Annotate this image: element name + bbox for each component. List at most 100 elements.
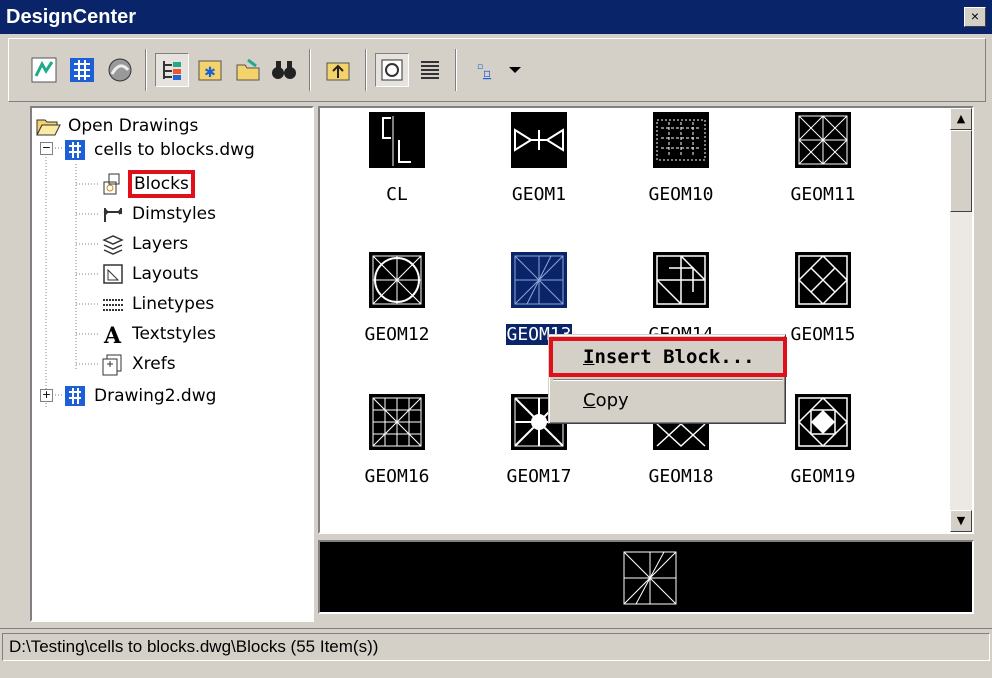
favorites-icon: ✱ [198, 60, 222, 81]
tree-node-drawing1[interactable]: cells to blocks.dwg [62, 136, 255, 164]
block-label: GEOM16 [364, 466, 430, 487]
scroll-up-button[interactable]: ▲ [950, 108, 972, 130]
description-toggle-button[interactable] [413, 53, 447, 87]
tree-label: Xrefs [132, 354, 176, 374]
tree-label: cells to blocks.dwg [94, 140, 255, 160]
tree-node-layouts[interactable]: Layouts [100, 260, 199, 288]
block-label: GEOM18 [648, 466, 714, 487]
block-label: GEOM17 [506, 466, 572, 487]
tree-node-xrefs[interactable]: Xrefs [100, 350, 176, 378]
search-button[interactable] [267, 53, 301, 87]
block-label: CL [386, 184, 408, 205]
block-label: GEOM11 [790, 184, 856, 205]
preview-thumbnail [623, 551, 677, 605]
block-thumbnail [795, 112, 851, 168]
linetypes-icon [100, 291, 126, 317]
open-folder-icon [36, 113, 62, 139]
expand-toggle[interactable]: + [40, 389, 53, 402]
block-label: GEOM19 [790, 466, 856, 487]
menu-item-insert-block[interactable]: Insert Block... [549, 337, 787, 377]
tree-node-linetypes[interactable]: Linetypes [100, 290, 214, 318]
window-title: DesignCenter [6, 6, 137, 28]
menu-separator [553, 379, 783, 381]
up-button[interactable] [321, 53, 355, 87]
block-thumbnail [653, 112, 709, 168]
block-thumbnail [653, 252, 709, 308]
load-icon [31, 57, 57, 83]
block-label: GEOM15 [790, 324, 856, 345]
tree-label: Open Drawings [68, 116, 199, 136]
layouts-icon [100, 261, 126, 287]
block-thumbnail [369, 112, 425, 168]
tree-node-blocks[interactable]: Blocks [100, 170, 195, 198]
load-folder-icon [236, 58, 260, 81]
load-folder-button[interactable] [231, 53, 265, 87]
dimstyles-icon [100, 201, 126, 227]
title-bar: DesignCenter × [0, 0, 992, 34]
views-button[interactable]: ▫ ▫ [471, 53, 531, 87]
tree-pane: Open Drawings − cells to blocks.dwg Bloc… [30, 106, 314, 622]
tree-label: Drawing2.dwg [94, 386, 217, 406]
tree-toggle-button[interactable] [155, 53, 189, 87]
description-toggle-icon [421, 61, 439, 79]
tree-label: Blocks [128, 170, 195, 198]
block-label: GEOM12 [364, 324, 430, 345]
svg-text:✱: ✱ [204, 65, 216, 81]
tree-label: Linetypes [132, 294, 215, 314]
block-item[interactable]: GEOM11 [758, 112, 888, 222]
menu-item-copy[interactable]: Copy [553, 385, 783, 417]
scroll-down-button[interactable]: ▼ [950, 510, 972, 532]
drawing-icon [62, 137, 88, 163]
preview-toggle-icon [381, 59, 403, 81]
online-button[interactable] [103, 53, 137, 87]
tree-label: Layouts [132, 264, 199, 284]
tree-view-button[interactable] [65, 53, 99, 87]
block-grid-pane: CL GEOM1 GEOM10 GEOM11 GEOM12 GEOM13 GEO… [318, 106, 974, 534]
block-label: GEOM1 [511, 184, 567, 205]
tree-toggle-icon [163, 61, 181, 80]
views-icon: ▫ ▫ [477, 62, 521, 80]
drawing-icon [62, 383, 88, 409]
blocks-icon [100, 171, 126, 197]
load-button[interactable] [27, 53, 61, 87]
tree-label: Dimstyles [132, 204, 216, 224]
block-thumbnail [795, 394, 851, 450]
vertical-scrollbar[interactable]: ▲ ▼ [950, 108, 972, 532]
status-bar: D:\Testing\cells to blocks.dwg\Blocks (5… [0, 628, 992, 662]
tree-node-textstyles[interactable]: A Textstyles [100, 320, 216, 348]
svg-text:▫: ▫ [483, 66, 491, 80]
preview-toggle-button[interactable] [375, 53, 409, 87]
svg-text:A: A [103, 323, 122, 346]
block-item[interactable]: GEOM1 [474, 112, 604, 222]
block-thumbnail [369, 394, 425, 450]
preview-pane [318, 540, 974, 614]
context-menu: Insert Block... Copy [548, 334, 787, 424]
toolbar: ✱ ▫ ▫ [8, 38, 986, 102]
tree-node-layers[interactable]: Layers [100, 230, 188, 258]
search-binoculars-icon [272, 61, 296, 79]
up-folder-icon [326, 62, 350, 81]
tree-node-drawing2[interactable]: Drawing2.dwg [62, 382, 216, 410]
block-thumbnail [511, 112, 567, 168]
status-path: D:\Testing\cells to blocks.dwg\Blocks (5… [2, 633, 990, 661]
layers-icon [100, 231, 126, 257]
collapse-toggle[interactable]: − [40, 142, 53, 155]
tree-label: Textstyles [132, 324, 217, 344]
online-icon [108, 58, 132, 82]
block-item[interactable]: CL [332, 112, 462, 222]
block-label: GEOM10 [648, 184, 714, 205]
tree-view-icon [70, 58, 94, 82]
xrefs-icon [100, 351, 126, 377]
textstyles-icon: A [100, 321, 126, 347]
block-thumbnail [369, 252, 425, 308]
scroll-thumb[interactable] [950, 130, 972, 212]
block-item[interactable]: GEOM10 [616, 112, 746, 222]
tree-node-dimstyles[interactable]: Dimstyles [100, 200, 216, 228]
block-item[interactable]: GEOM16 [332, 394, 462, 504]
block-thumbnail [795, 252, 851, 308]
block-thumbnail [511, 252, 567, 308]
tree-label: Layers [132, 234, 189, 254]
favorites-button[interactable]: ✱ [193, 53, 227, 87]
block-item[interactable]: GEOM12 [332, 252, 462, 362]
close-button[interactable]: × [964, 7, 986, 27]
